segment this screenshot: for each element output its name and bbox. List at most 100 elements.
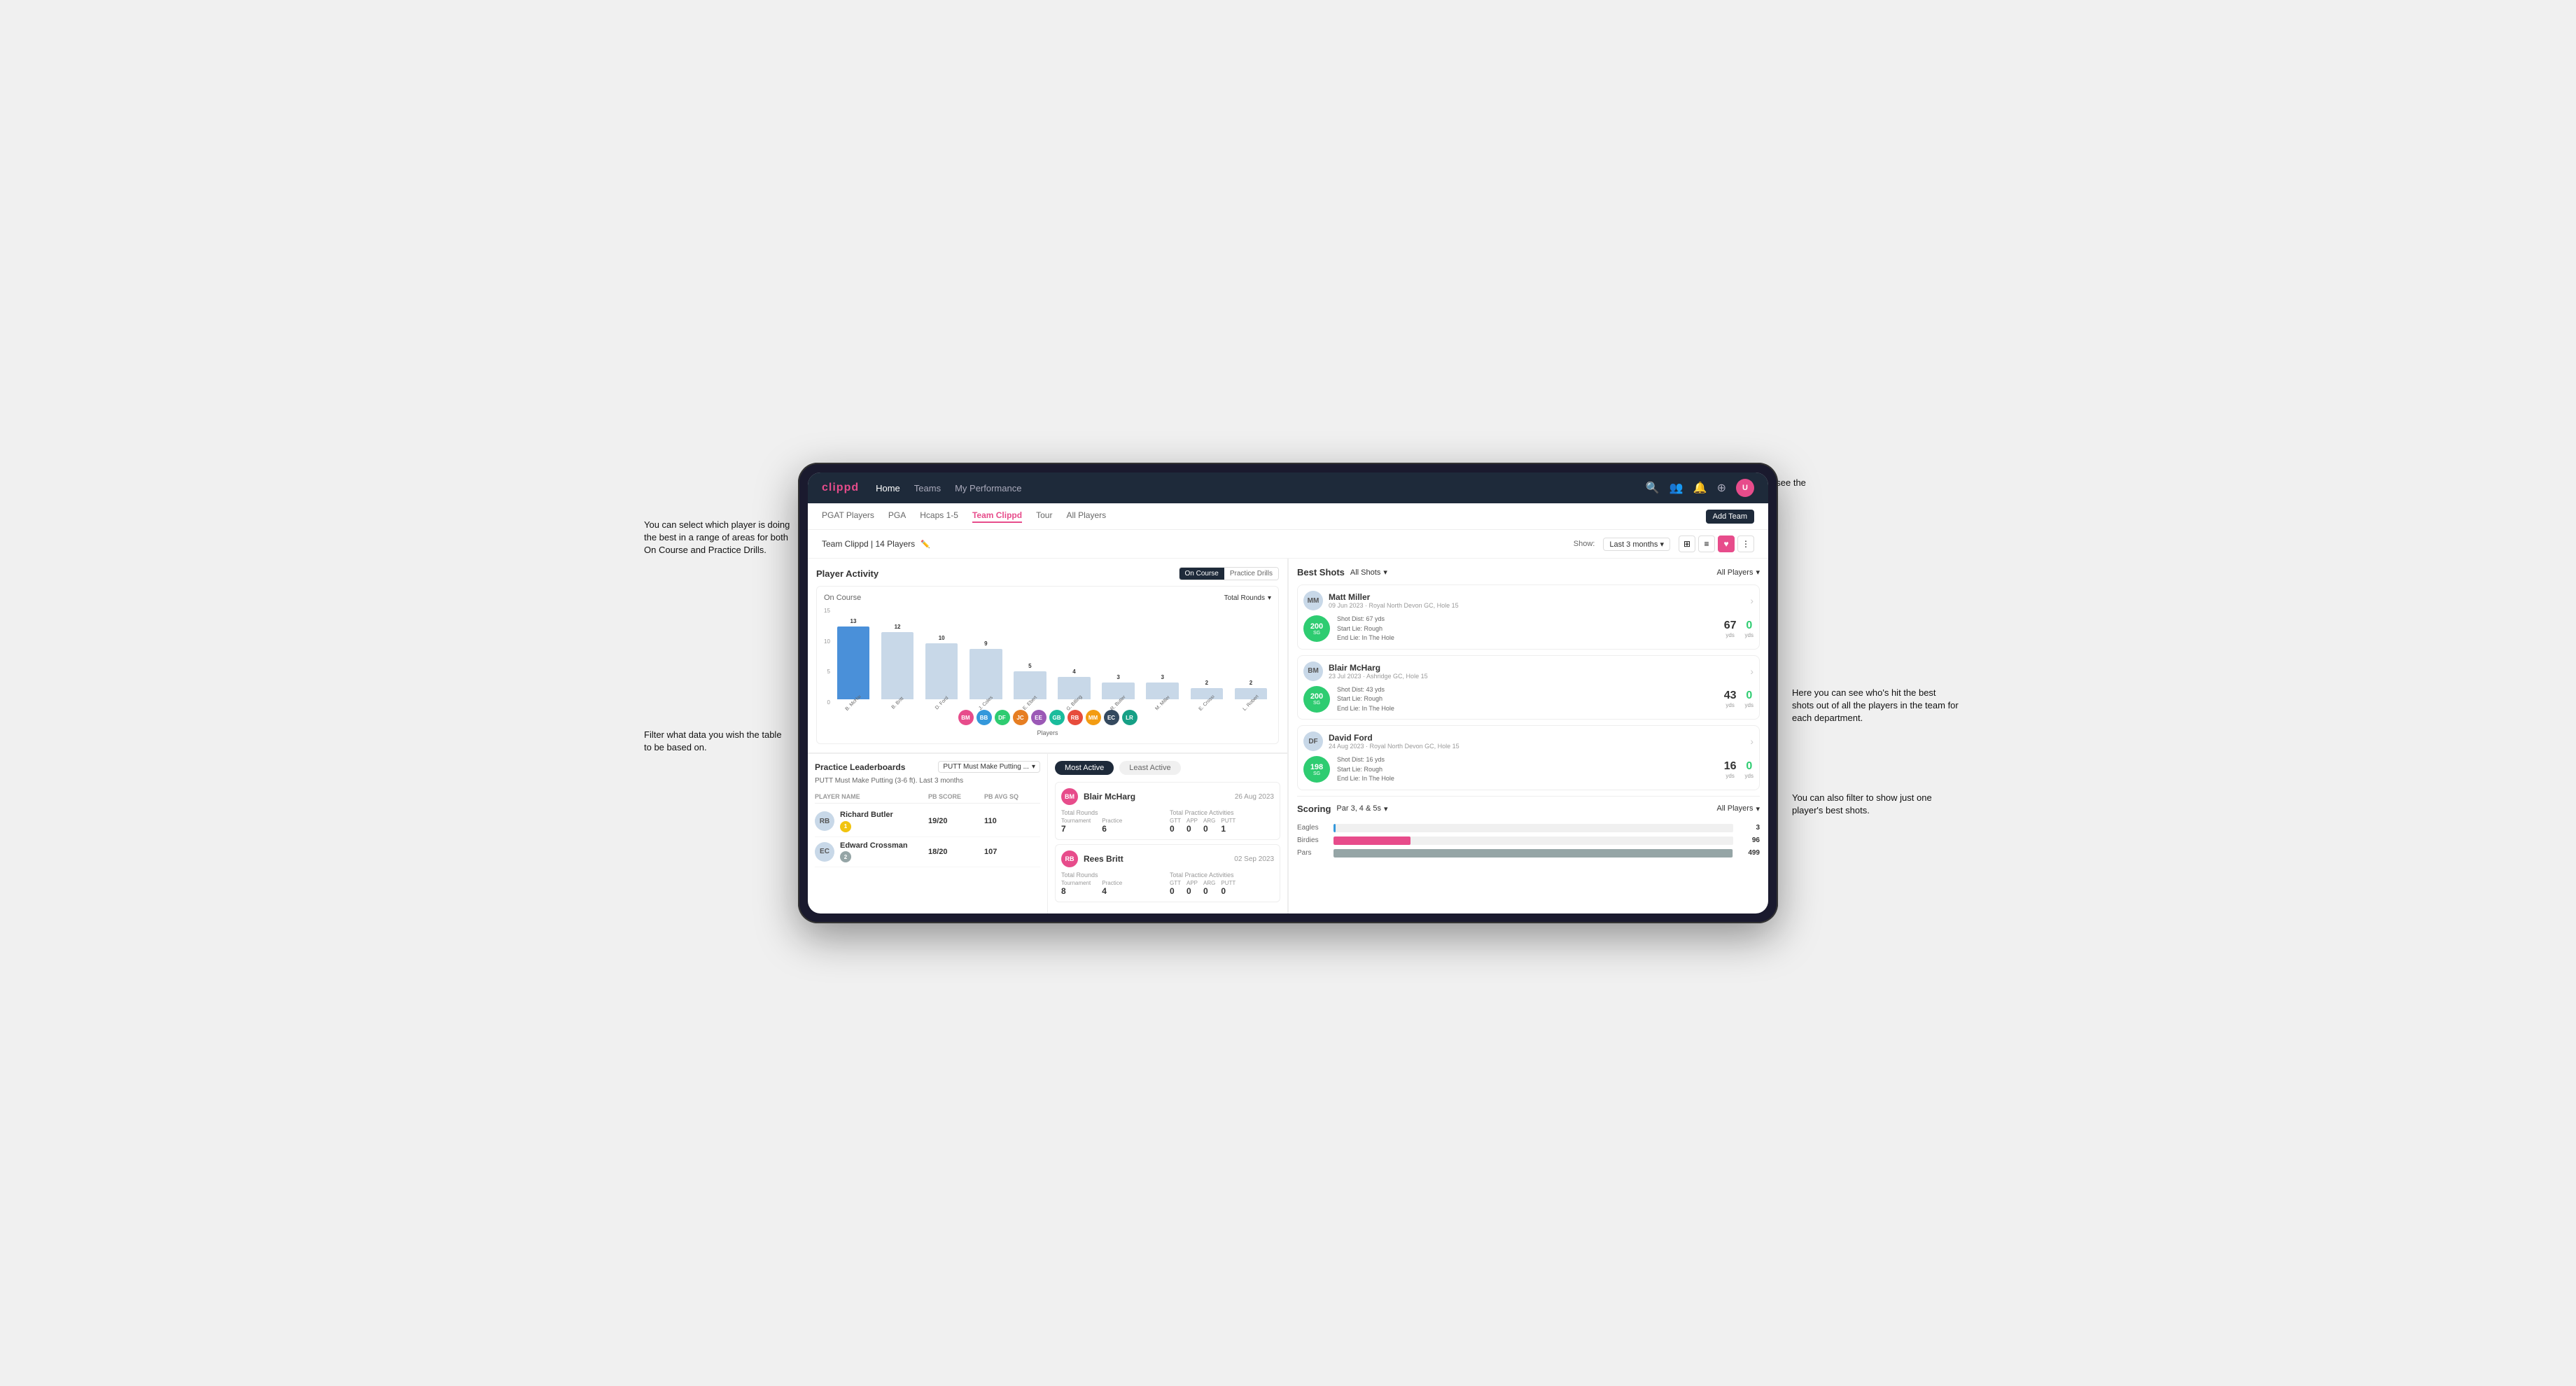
bell-icon[interactable]: 🔔 [1693, 481, 1707, 495]
tab-all-players[interactable]: All Players [1066, 510, 1106, 523]
activity-players-list: BM Blair McHarg 26 Aug 2023 Total Rounds… [1055, 782, 1280, 902]
arg-value: 0 [1203, 886, 1215, 896]
lb-rank-badge: 2 [840, 851, 851, 862]
annotation-left-top: You can select which player is doing the… [644, 519, 791, 557]
shot-zero-stat: 0 yds [1745, 620, 1754, 638]
sub-nav-tabs: PGAT Players PGA Hcaps 1-5 Team Clippd T… [822, 510, 1106, 523]
app-group: APP 0 [1186, 880, 1198, 896]
shot-player-name: Blair McHarg [1329, 663, 1428, 673]
app-value: 0 [1186, 886, 1198, 896]
practice-dropdown[interactable]: PUTT Must Make Putting ... ▾ [938, 761, 1040, 773]
best-shots-title: Best Shots [1297, 567, 1345, 578]
lb-player-info: Edward Crossman 2 [840, 841, 908, 863]
player-avatar[interactable]: MM [1086, 710, 1101, 725]
scoring-row: Birdies 96 [1297, 836, 1760, 845]
activity-stats-grid: Total Rounds Tournament 7 Practice 6 Tot… [1061, 809, 1274, 834]
edit-icon[interactable]: ✏️ [920, 540, 930, 549]
lb-pb-avg: 107 [984, 848, 1040, 856]
add-team-button[interactable]: Add Team [1706, 510, 1754, 524]
lb-avatar: RB [815, 811, 834, 831]
shot-details: 198 SG Shot Dist: 16 ydsStart Lie: Rough… [1303, 755, 1754, 784]
shot-yds-stat: 43 yds [1724, 690, 1737, 708]
shot-stats: 43 yds 0 yds [1724, 690, 1754, 708]
activity-practice-section: Total Practice Activities GTT 0 APP 0 AR… [1170, 872, 1274, 896]
shot-card[interactable]: BM Blair McHarg 23 Jul 2023 · Ashridge G… [1297, 655, 1760, 720]
gtt-label: GTT [1170, 818, 1181, 824]
player-avatar[interactable]: BB [976, 710, 992, 725]
player-avatar[interactable]: JC [1013, 710, 1028, 725]
player-activity-panel: Player Activity On Course Practice Drill… [808, 559, 1288, 752]
activity-player-header: RB Rees Britt 02 Sep 2023 [1061, 850, 1274, 867]
tab-hcaps[interactable]: Hcaps 1-5 [920, 510, 958, 523]
team-header: Team Clippd | 14 Players ✏️ Show: Last 3… [808, 530, 1768, 559]
most-active-button[interactable]: Most Active [1055, 761, 1114, 775]
tab-team-clippd[interactable]: Team Clippd [972, 510, 1022, 523]
user-avatar[interactable]: U [1736, 479, 1754, 497]
bar [925, 643, 958, 699]
shot-info: Shot Dist: 16 ydsStart Lie: RoughEnd Lie… [1337, 755, 1394, 784]
player-avatar[interactable]: EC [1104, 710, 1119, 725]
scoring-par-filter[interactable]: Par 3, 4 & 5s ▾ [1336, 804, 1387, 813]
nav-link-home[interactable]: Home [876, 483, 900, 493]
practice-drills-toggle[interactable]: Practice Drills [1224, 568, 1278, 580]
activity-player-identity: RB Rees Britt [1061, 850, 1124, 867]
player-avatar[interactable]: LR [1122, 710, 1138, 725]
nav-link-teams[interactable]: Teams [914, 483, 941, 493]
users-icon[interactable]: 👥 [1670, 481, 1684, 495]
search-icon[interactable]: 🔍 [1646, 481, 1660, 495]
activity-rounds-label: Total Rounds [1061, 809, 1166, 816]
player-avatar[interactable]: DF [995, 710, 1010, 725]
shot-stats: 67 yds 0 yds [1724, 620, 1754, 638]
activity-practice-values: GTT 0 APP 0 ARG 0 PUTT 0 [1170, 880, 1274, 896]
view-icons: ⊞ ≡ ♥ ⋮ [1679, 536, 1754, 552]
list-view-button[interactable]: ≡ [1698, 536, 1715, 552]
activity-player-avatar: RB [1061, 850, 1078, 867]
tab-tour[interactable]: Tour [1036, 510, 1052, 523]
x-axis-label: Players [824, 729, 1271, 736]
putt-value: 0 [1221, 886, 1236, 896]
player-avatar[interactable]: GB [1049, 710, 1065, 725]
gtt-group: GTT 0 [1170, 880, 1181, 896]
lb-header-pb-avg: PB AVG SQ [984, 793, 1040, 800]
lb-pb-score: 18/20 [928, 848, 984, 856]
app-value: 0 [1186, 824, 1198, 834]
activity-rounds-section: Total Rounds Tournament 8 Practice 4 [1061, 872, 1166, 896]
player-avatar[interactable]: EE [1031, 710, 1046, 725]
shots-filter-dropdown[interactable]: All Shots ▾ [1350, 568, 1387, 577]
lb-header-pb-score: PB SCORE [928, 793, 984, 800]
on-course-toggle[interactable]: On Course [1180, 568, 1224, 580]
activity-player-card: BM Blair McHarg 26 Aug 2023 Total Rounds… [1055, 782, 1280, 840]
activity-player-identity: BM Blair McHarg [1061, 788, 1135, 805]
chart-dropdown[interactable]: Total Rounds ▾ [1224, 594, 1271, 602]
add-circle-icon[interactable]: ⊕ [1717, 481, 1726, 495]
shot-player-name: David Ford [1329, 733, 1460, 743]
tab-pga[interactable]: PGA [888, 510, 906, 523]
nav-link-my-performance[interactable]: My Performance [955, 483, 1021, 493]
gtt-value: 0 [1170, 824, 1181, 834]
shot-card[interactable]: DF David Ford 24 Aug 2023 · Royal North … [1297, 725, 1760, 790]
putt-group: PUTT 0 [1221, 880, 1236, 896]
player-avatar[interactable]: RB [1068, 710, 1083, 725]
heart-view-button[interactable]: ♥ [1718, 536, 1735, 552]
tournament-label: Tournament [1061, 818, 1091, 824]
scoring-players-filter[interactable]: All Players ▾ [1717, 804, 1760, 813]
bar [1191, 688, 1223, 699]
players-filter-dropdown[interactable]: All Players ▾ [1717, 568, 1760, 577]
bar-group: 2 L. Robertson [1231, 608, 1271, 706]
time-filter-dropdown[interactable]: Last 3 months ▾ [1603, 538, 1670, 551]
activity-player-card: RB Rees Britt 02 Sep 2023 Total Rounds T… [1055, 844, 1280, 902]
least-active-button[interactable]: Least Active [1119, 761, 1180, 775]
bar-group: 3 M. Miller [1142, 608, 1183, 706]
scoring-label: Eagles [1297, 824, 1328, 832]
activity-player-avatar: BM [1061, 788, 1078, 805]
bar [1235, 688, 1267, 699]
shot-sg-badge: 198 SG [1303, 756, 1330, 783]
grid-view-button[interactable]: ⊞ [1679, 536, 1695, 552]
tab-pgat-players[interactable]: PGAT Players [822, 510, 874, 523]
shot-player-avatar: DF [1303, 732, 1323, 751]
shot-chevron-icon: › [1750, 595, 1754, 606]
player-avatar[interactable]: BM [958, 710, 974, 725]
settings-view-button[interactable]: ⋮ [1737, 536, 1754, 552]
activity-tournament-group: Tournament 8 [1061, 880, 1091, 896]
shot-card[interactable]: MM Matt Miller 09 Jun 2023 · Royal North… [1297, 584, 1760, 650]
